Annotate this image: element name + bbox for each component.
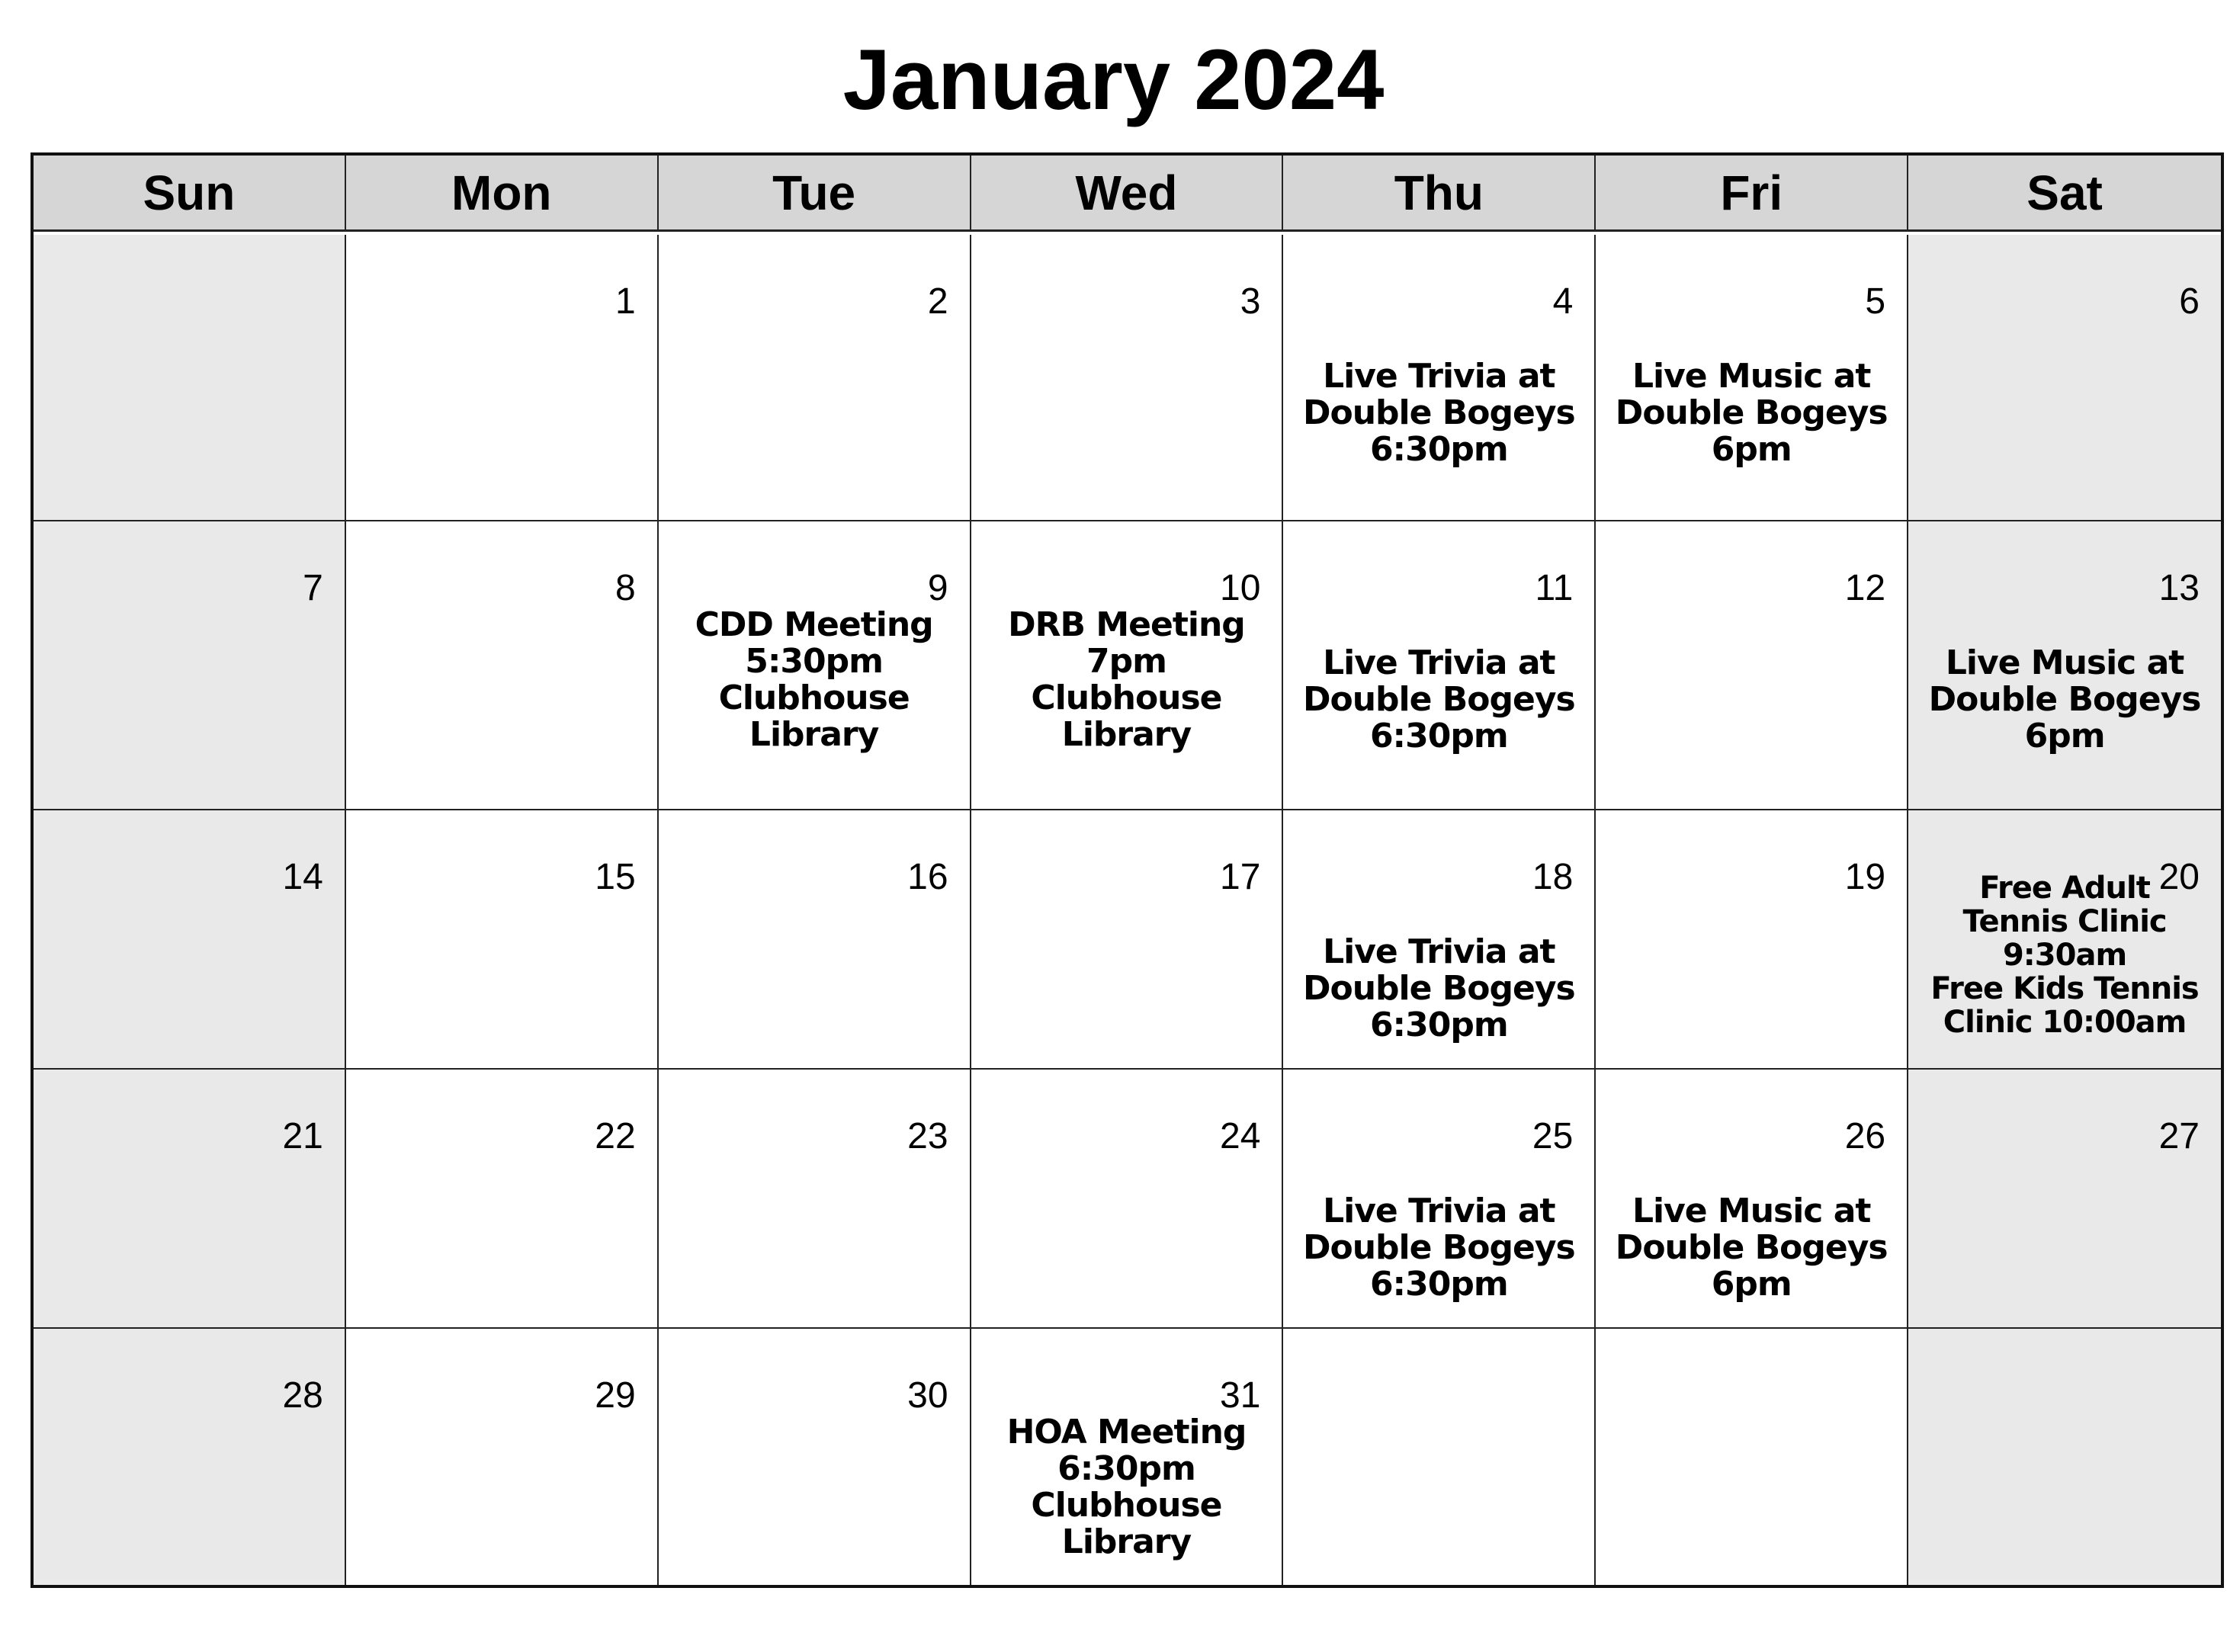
day-number: 2 [927,281,948,322]
day-cell-4[interactable]: 4 Live Trivia at Double Bogeys 6:30pm [1283,235,1596,521]
day-cell-26[interactable]: 26 Live Music at Double Bogeys 6pm [1596,1070,1909,1329]
day-cell-23[interactable]: 23 [658,1070,971,1329]
calendar-title: January 2024 [842,32,1385,127]
weekday-header-fri: Fri [1596,156,1909,232]
weekday-header-sun: Sun [34,156,346,232]
weekday-header-wed: Wed [971,156,1284,232]
day-number: 19 [1844,857,1886,897]
day-cell-8[interactable]: 8 [345,521,659,810]
day-cell-18[interactable]: 18 Live Trivia at Double Bogeys 6:30pm [1283,810,1596,1070]
day-cell-14[interactable]: 14 [34,810,346,1070]
day-number: 25 [1532,1116,1574,1156]
day-cell-27[interactable]: 27 [1908,1070,2221,1329]
day-cell-20[interactable]: 20 Free Adult Tennis Clinic 9:30am Free K… [1908,810,2221,1070]
event-text: Live Trivia at Double Bogeys 6:30pm [1302,357,1576,469]
weekday-header-mon: Mon [345,156,659,232]
calendar-grid: Sun Mon Tue Wed Thu Fri Sat 1 2 3 4 Live Trivia at… [30,152,2224,1588]
day-cell-22[interactable]: 22 [345,1070,659,1329]
day-number: 10 [1220,568,1261,608]
day-cell-16[interactable]: 16 [658,810,971,1070]
empty-day-cell[interactable] [1908,1329,2221,1585]
day-cell-24[interactable]: 24 [971,1070,1284,1329]
empty-day-cell[interactable] [34,235,346,521]
day-cell-28[interactable]: 28 [34,1329,346,1585]
day-cell-29[interactable]: 29 [345,1329,659,1585]
day-number: 31 [1220,1375,1261,1416]
day-number: 24 [1220,1116,1261,1156]
day-cell-25[interactable]: 25 Live Trivia at Double Bogeys 6:30pm [1283,1070,1596,1329]
day-number: 14 [282,857,323,897]
day-cell-9[interactable]: 9 CDD Meeting 5:30pm Clubhouse Library [658,521,971,810]
day-cell-31[interactable]: 31 HOA Meeting 6:30pm Clubhouse Library [971,1329,1284,1585]
empty-day-cell[interactable] [1283,1329,1596,1585]
day-number: 13 [2158,568,2200,608]
event-text: Live Trivia at Double Bogeys 6:30pm [1302,1192,1576,1304]
day-cell-1[interactable]: 1 [345,235,659,521]
day-number: 21 [282,1116,323,1156]
day-cell-15[interactable]: 15 [345,810,659,1070]
day-number: 29 [595,1375,636,1416]
weekday-header-tue: Tue [658,156,971,232]
day-number: 27 [2158,1116,2200,1156]
event-text: Live Music at Double Bogeys 6pm [1615,1192,1888,1304]
weekday-header-sat: Sat [1908,156,2221,232]
day-cell-17[interactable]: 17 [971,810,1284,1070]
event-text: HOA Meeting 6:30pm Clubhouse Library [1006,1413,1247,1561]
day-number: 6 [2179,281,2200,322]
day-cell-10[interactable]: 10 DRB Meeting 7pm Clubhouse Library [971,521,1284,810]
day-number: 8 [615,568,636,608]
day-number: 9 [927,568,948,608]
day-number: 15 [595,857,636,897]
day-number: 3 [1240,281,1261,322]
day-number: 16 [907,857,948,897]
day-cell-5[interactable]: 5 Live Music at Double Bogeys 6pm [1596,235,1909,521]
day-cell-19[interactable]: 19 [1596,810,1909,1070]
day-cell-6[interactable]: 6 [1908,235,2221,521]
day-number: 5 [1865,281,1886,322]
event-text: Live Music at Double Bogeys 6pm [1615,357,1888,469]
event-text: CDD Meeting 5:30pm Clubhouse Library [695,605,934,754]
day-number: 18 [1532,857,1574,897]
day-number: 28 [282,1375,323,1416]
day-cell-2[interactable]: 2 [658,235,971,521]
event-text: Live Trivia at Double Bogeys 6:30pm [1302,643,1576,755]
day-cell-30[interactable]: 30 [658,1329,971,1585]
empty-day-cell[interactable] [1596,1329,1909,1585]
weekday-header-row: Sun Mon Tue Wed Thu Fri Sat [34,156,2221,235]
day-number: 1 [615,281,636,322]
day-number: 23 [907,1116,948,1156]
day-number: 17 [1220,857,1261,897]
day-number: 22 [595,1116,636,1156]
day-number: 30 [907,1375,948,1416]
day-cell-7[interactable]: 7 [34,521,346,810]
day-cell-12[interactable]: 12 [1596,521,1909,810]
day-number: 11 [1535,568,1574,608]
day-number: 7 [303,568,323,608]
day-number: 26 [1844,1116,1886,1156]
day-cell-3[interactable]: 3 [971,235,1284,521]
day-cell-11[interactable]: 11 Live Trivia at Double Bogeys 6:30pm [1283,521,1596,810]
day-cell-13[interactable]: 13 Live Music at Double Bogeys 6pm [1908,521,2221,810]
event-text: DRB Meeting 7pm Clubhouse Library [1008,605,1246,754]
weekday-header-thu: Thu [1283,156,1596,232]
event-text: Free Adult Tennis Clinic 9:30am Free Kid… [1930,871,2199,1040]
event-text: Live Trivia at Double Bogeys 6:30pm [1302,932,1576,1044]
day-cell-21[interactable]: 21 [34,1070,346,1329]
day-number: 4 [1552,281,1574,322]
event-text: Live Music at Double Bogeys 6pm [1928,643,2202,755]
day-number: 12 [1844,568,1886,608]
